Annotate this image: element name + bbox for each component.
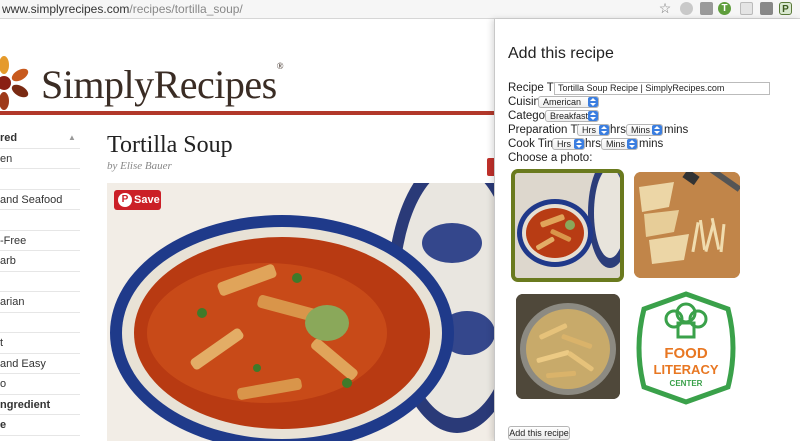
prep-mins-unit: mins [664,124,689,136]
sidebar-item[interactable]: t [0,333,80,354]
sidebar-item-label: and Seafood [0,193,63,206]
recipe-title: Tortilla Soup [107,132,233,158]
sidebar-item[interactable] [0,313,80,333]
pinterest-save-button[interactable]: P Save [114,190,161,210]
category-select[interactable]: Breakfast [545,110,599,122]
sidebar-item-label: red [0,132,18,144]
browser-url-bar[interactable]: www.simplyrecipes.com/recipes/tortilla_s… [0,0,800,19]
prep-mins-value: Mins [631,125,651,135]
url-path: /recipes/tortilla_soup/ [129,2,243,16]
sidebar-item-label: arb [0,255,16,267]
recipe-title-input[interactable]: Tortilla Soup Recipe | SimplyRecipes.com [554,82,770,95]
cook-hours-select[interactable]: Hrs [552,138,585,150]
select-arrows-icon [599,125,609,135]
logo-line-1: FOOD [664,345,707,362]
sidebar-item[interactable] [0,272,80,292]
sidebar-item-label: arian [0,296,25,308]
select-arrows-icon [588,97,598,107]
sidebar-item-label: e [0,419,7,431]
logo-line-2: LITERACY [654,362,719,377]
select-arrows-icon [652,125,662,135]
cook-hours-value: Hrs [557,139,571,149]
cook-mins-value: Mins [606,139,626,149]
author-link[interactable]: Elise Bauer [120,160,172,172]
category-value: Breakfast [550,111,589,121]
sidebar-item-label: and Easy [0,357,46,370]
extension-circle-icon[interactable] [680,2,693,15]
sidebar-item-featured[interactable]: red ▲ [0,128,80,149]
sidebar-item[interactable] [0,210,80,231]
url-host: www.simplyrecipes.com [2,2,130,16]
sidebar-item-label: ngredient [0,398,51,411]
select-arrows-icon [627,139,637,149]
logo-line-3: CENTER [670,379,703,388]
prep-hours-unit: hrs [610,124,626,136]
logo-flower-icon [0,56,29,110]
photo-option-soup-bowl[interactable] [511,169,624,282]
sidebar-item-label: en [0,152,13,165]
category-sidebar: red ▲ en and Seafood -Free arb arian t an… [0,128,80,436]
recipe-byline: by Elise Bauer [107,160,172,172]
popup-title: Add this recipe [508,45,614,62]
extension-square-icon[interactable] [700,2,713,15]
sidebar-item-label: t [0,337,4,349]
pinterest-icon: P [118,193,132,207]
sidebar-heading-ingredient[interactable]: ngredient [0,395,80,415]
cook-hours-unit: hrs [585,138,601,150]
select-arrows-icon [574,139,584,149]
sidebar-item-label: -Free [0,234,27,247]
add-recipe-popup: Add this recipe Recipe Title Tortilla So… [494,19,800,441]
add-recipe-button[interactable]: Add this recipe [508,426,570,440]
photo-option-tortilla-strips[interactable] [634,172,740,278]
sidebar-item-label: o [0,378,7,390]
sidebar-item-fish-seafood[interactable]: and Seafood [0,190,80,210]
trademark-icon: ® [276,61,284,71]
byline-prefix: by [107,160,118,172]
food-literacy-logo: FOOD LITERACY CENTER [636,291,736,405]
extension-page-icon[interactable] [740,2,753,15]
sidebar-heading[interactable]: e [0,415,80,436]
sidebar-item-vegetarian[interactable]: arian [0,292,80,313]
photo-option-frying-strips[interactable] [516,294,620,399]
collapse-caret-icon[interactable]: ▲ [68,128,76,148]
extension-t-icon[interactable]: T [718,2,731,15]
extension-edit-icon[interactable] [760,2,773,15]
site-logo[interactable]: SimplyRecipes® [41,61,284,108]
cuisine-value: American [543,97,582,107]
prep-mins-select[interactable]: Mins [626,124,663,136]
select-arrows-icon [588,111,598,121]
sidebar-item-quick-easy[interactable]: and Easy [0,354,80,374]
choose-photo-label: Choose a photo: [508,152,593,164]
url-text[interactable]: www.simplyrecipes.com/recipes/tortilla_s… [2,2,243,16]
sidebar-item[interactable]: o [0,374,80,395]
sidebar-item[interactable] [0,169,80,190]
photo-option-food-literacy-logo[interactable]: FOOD LITERACY CENTER [630,291,742,405]
cook-mins-unit: mins [639,138,664,150]
sidebar-item-chicken[interactable]: en [0,149,80,169]
logo-text: SimplyRecipes [41,62,277,107]
prep-hours-value: Hrs [582,125,596,135]
prep-hours-select[interactable]: Hrs [577,124,610,136]
recipe-extension-icon[interactable]: P [779,2,792,15]
bookmark-star-icon[interactable]: ☆ [657,0,673,16]
cook-mins-select[interactable]: Mins [601,138,638,150]
sidebar-item-low-carb[interactable]: arb [0,251,80,272]
recipe-hero-image [107,183,495,441]
sidebar-item-gluten-free[interactable]: -Free [0,231,80,251]
cuisine-select[interactable]: American [538,96,599,108]
save-label: Save [134,194,160,206]
